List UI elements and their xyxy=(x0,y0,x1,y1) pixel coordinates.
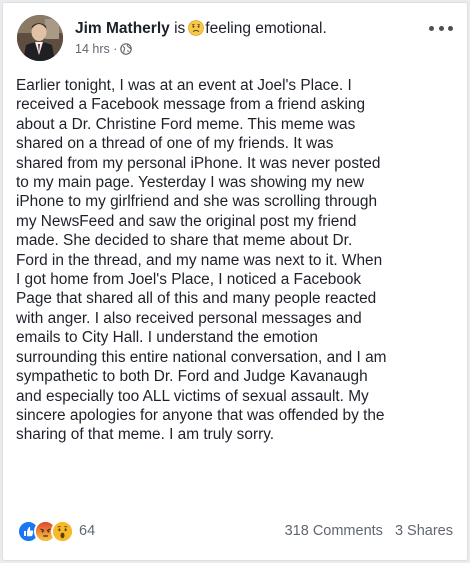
wow-icon xyxy=(51,519,74,543)
reaction-count[interactable]: 64 xyxy=(79,520,95,542)
body-line: shared on a thread of one of my friends.… xyxy=(16,135,334,153)
body-line: shared from my personal iPhone. It was n… xyxy=(16,154,381,172)
post-stats: 318 Comments 3 Shares xyxy=(285,520,453,542)
body-line: sincere apologies for anyone that was of… xyxy=(16,406,385,424)
author-name[interactable]: Jim Matherly xyxy=(75,20,170,37)
body-line: sympathetic to both Dr. Ford and Judge K… xyxy=(16,368,368,386)
post-title-line: Jim Matherly is feeling emotional. xyxy=(75,20,327,41)
sad-face-icon xyxy=(188,20,205,41)
body-line: I got home from Joel's Place, I noticed … xyxy=(16,271,362,289)
post-body: Earlier tonight, I was at an event at Jo… xyxy=(16,76,456,445)
author-avatar[interactable] xyxy=(17,15,63,61)
more-dot xyxy=(448,25,453,31)
activity-verb: is xyxy=(174,20,186,37)
body-line: Page that shared all of this and many pe… xyxy=(16,290,377,308)
body-line: made. She decided to share that meme abo… xyxy=(16,232,353,250)
meta-separator: · xyxy=(113,42,118,56)
shares-count-link[interactable]: 3 Shares xyxy=(395,523,453,539)
more-dot xyxy=(438,25,444,31)
body-line: with anger. I also received personal mes… xyxy=(16,309,362,327)
body-line: received a Facebook message from a frien… xyxy=(16,96,366,114)
body-line: Earlier tonight, I was at an event at Jo… xyxy=(16,77,352,94)
more-options-icon[interactable] xyxy=(429,21,453,35)
body-line: sharing of that meme. I am truly sorry. xyxy=(16,426,275,444)
globe-icon[interactable] xyxy=(120,43,133,59)
feeling-text: feeling emotional. xyxy=(205,20,327,37)
body-line: Ford in the thread, and my name was next… xyxy=(16,251,383,269)
post-timestamp[interactable]: 14 hrs xyxy=(75,42,110,56)
facebook-post: Jim Matherly is feeling emotional. 14 hr… xyxy=(2,2,468,561)
body-line: surrounding this entire national convers… xyxy=(16,348,387,366)
body-line: to my main page. Yesterday I was showing… xyxy=(16,174,365,192)
reactions-summary[interactable]: 64 xyxy=(17,519,95,543)
body-line: emails to City Hall. I understand the em… xyxy=(16,329,318,347)
comments-count-link[interactable]: 318 Comments xyxy=(285,523,383,539)
body-line: and especially too ALL victims of sexual… xyxy=(16,387,369,405)
body-line: about a Dr. Christine Ford meme. This me… xyxy=(16,115,356,133)
post-footer: 64 318 Comments 3 Shares xyxy=(17,519,453,544)
more-dot xyxy=(429,25,434,31)
post-header: Jim Matherly is feeling emotional. 14 hr… xyxy=(17,15,453,65)
post-meta: 14 hrs · xyxy=(75,41,133,59)
body-line: my NewsFeed and saw the original post my… xyxy=(16,212,357,230)
body-line: iPhone to my girlfriend and she was scro… xyxy=(16,193,378,211)
